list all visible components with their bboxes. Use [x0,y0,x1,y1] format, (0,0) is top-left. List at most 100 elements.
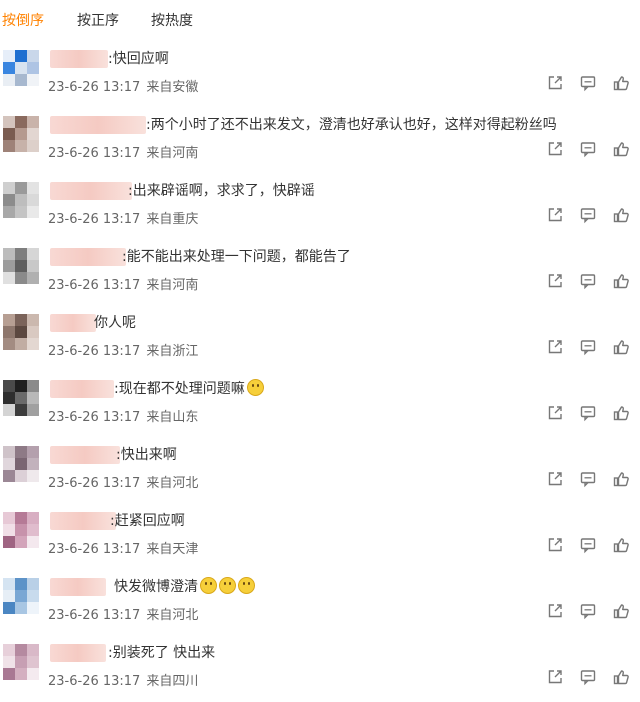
share-icon[interactable] [546,668,564,686]
comment-icon[interactable] [579,404,597,422]
like-icon[interactable] [612,536,630,554]
like-icon[interactable] [612,668,630,686]
comment-text: :快出来啊 [116,444,177,464]
avatar[interactable] [3,446,39,482]
comment-location: 来自河南 [146,278,199,293]
comment-actions [546,404,630,422]
like-icon[interactable] [612,206,630,224]
comment-meta: 23-6-26 13:17 来自浙江 [48,340,198,359]
username-blurred[interactable] [50,50,108,68]
tab-reverse-order[interactable]: 按倒序 [2,10,44,30]
avatar[interactable] [3,50,39,86]
share-icon[interactable] [546,404,564,422]
comment-item: 快发微博澄清 23-6-26 13:17 来自河北 [0,572,640,636]
comment-text-content: :快出来啊 [116,447,177,463]
comment-item: :出来辟谣啊，求求了，快辟谣 23-6-26 13:17 来自重庆 [0,176,640,240]
crying-emoji-icon [238,577,255,594]
avatar[interactable] [3,380,39,416]
comment-actions [546,536,630,554]
comment-location: 来自安徽 [146,80,199,95]
comment-icon[interactable] [579,74,597,92]
comment-meta: 23-6-26 13:17 来自天津 [48,538,198,557]
share-icon[interactable] [546,140,564,158]
avatar[interactable] [3,644,39,680]
comment-icon[interactable] [579,536,597,554]
comment-icon[interactable] [579,272,597,290]
comment-item: :现在都不处理问题嘛 23-6-26 13:17 来自山东 [0,374,640,438]
comment-icon[interactable] [579,668,597,686]
comment-text: :快回应啊 [108,48,169,68]
avatar[interactable] [3,314,39,350]
avatar[interactable] [3,512,39,548]
comment-meta: 23-6-26 13:17 来自河南 [48,142,198,161]
comment-time: 23-6-26 13:17 [48,476,141,491]
comment-time: 23-6-26 13:17 [48,542,141,557]
comment-item: :赶紧回应啊 23-6-26 13:17 来自天津 [0,506,640,570]
comment-text-content: :出来辟谣啊，求求了，快辟谣 [128,183,315,199]
tab-forward-order[interactable]: 按正序 [77,10,119,30]
comment-location: 来自重庆 [146,212,199,227]
crying-emoji-icon [219,577,236,594]
like-icon[interactable] [612,74,630,92]
like-icon[interactable] [612,404,630,422]
comment-meta: 23-6-26 13:17 来自河北 [48,472,198,491]
comment-time: 23-6-26 13:17 [48,410,141,425]
share-icon[interactable] [546,206,564,224]
comment-actions [546,470,630,488]
share-icon[interactable] [546,272,564,290]
comment-time: 23-6-26 13:17 [48,608,141,623]
avatar[interactable] [3,248,39,284]
comment-text-content: 你人呢 [94,315,136,331]
share-icon[interactable] [546,536,564,554]
like-icon[interactable] [612,470,630,488]
username-blurred[interactable] [50,116,146,134]
share-icon[interactable] [546,602,564,620]
comment-text: 快发微博澄清 [114,576,255,596]
like-icon[interactable] [612,272,630,290]
comment-time: 23-6-26 13:17 [48,344,141,359]
avatar[interactable] [3,116,39,152]
like-icon[interactable] [612,140,630,158]
username-blurred[interactable] [50,644,106,662]
username-blurred[interactable] [50,314,96,332]
comment-time: 23-6-26 13:17 [48,80,141,95]
username-blurred[interactable] [50,248,126,266]
username-blurred[interactable] [50,578,106,596]
share-icon[interactable] [546,74,564,92]
avatar[interactable] [3,578,39,614]
comment-icon[interactable] [579,206,597,224]
comment-time: 23-6-26 13:17 [48,212,141,227]
username-blurred[interactable] [50,182,132,200]
username-blurred[interactable] [50,512,116,530]
comment-meta: 23-6-26 13:17 来自四川 [48,670,198,689]
like-icon[interactable] [612,602,630,620]
comment-icon[interactable] [579,602,597,620]
like-icon[interactable] [612,338,630,356]
comment-icon[interactable] [579,338,597,356]
sort-tabs: 按倒序 按正序 按热度 [0,0,640,38]
crying-emoji-icon [200,577,217,594]
comment-location: 来自河北 [146,476,199,491]
avatar[interactable] [3,182,39,218]
comment-item: 你人呢 23-6-26 13:17 来自浙江 [0,308,640,372]
comment-text: :出来辟谣啊，求求了，快辟谣 [128,180,315,200]
tab-by-popularity[interactable]: 按热度 [151,10,193,30]
share-icon[interactable] [546,338,564,356]
share-icon[interactable] [546,470,564,488]
comment-item: :能不能出来处理一下问题，都能告了 23-6-26 13:17 来自河南 [0,242,640,306]
username-blurred[interactable] [50,446,120,464]
comment-text-content: 快发微博澄清 [114,579,198,595]
comment-item: :快回应啊 23-6-26 13:17 来自安徽 [0,44,640,108]
comment-text-content: :两个小时了还不出来发文，澄清也好承认也好，这样对得起粉丝吗 [146,117,557,133]
comment-location: 来自浙江 [146,344,199,359]
comment-meta: 23-6-26 13:17 来自重庆 [48,208,198,227]
comment-item: :两个小时了还不出来发文，澄清也好承认也好，这样对得起粉丝吗 23-6-26 13… [0,110,640,174]
comment-meta: 23-6-26 13:17 来自山东 [48,406,198,425]
comment-location: 来自河北 [146,608,199,623]
comment-actions [546,602,630,620]
comment-icon[interactable] [579,140,597,158]
comment-icon[interactable] [579,470,597,488]
username-blurred[interactable] [50,380,114,398]
comment-meta: 23-6-26 13:17 来自安徽 [48,76,198,95]
comment-location: 来自河南 [146,146,199,161]
